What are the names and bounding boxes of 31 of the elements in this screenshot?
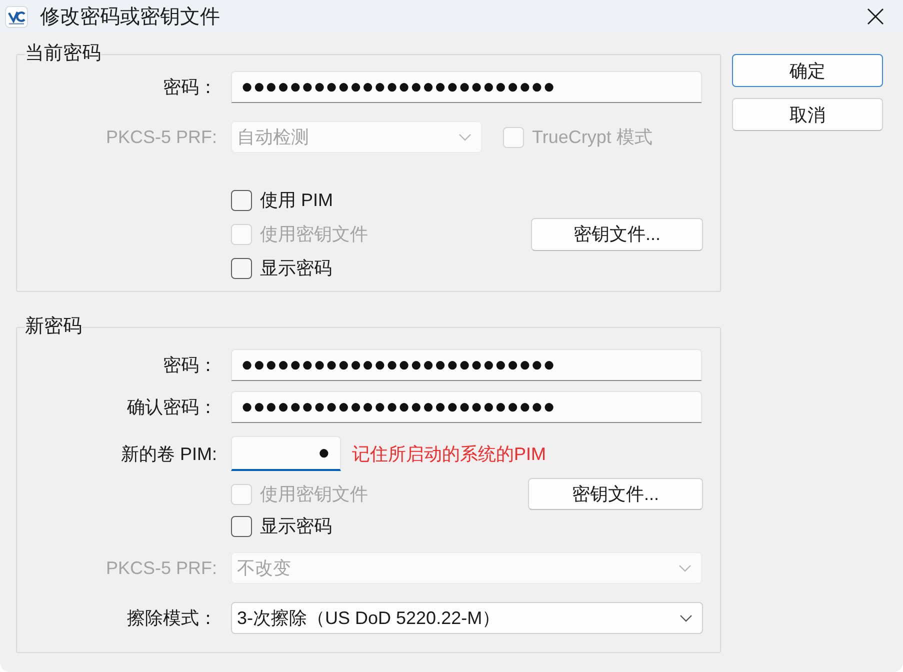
chevron-down-icon <box>679 564 691 572</box>
window-title: 修改密码或密钥文件 <box>40 4 220 30</box>
keyfiles-button[interactable]: 密钥文件... <box>531 218 703 250</box>
field-label: PKCS-5 PRF: <box>104 557 217 579</box>
pim-field[interactable]: ● <box>231 436 341 471</box>
dropdown[interactable]: 3-次擦除（US DoD 5220.22-M） <box>231 602 703 634</box>
field-label: 密码： <box>162 76 217 98</box>
password-field[interactable]: ●●●●●●●●●●●●●●●●●●●●●●●●●● <box>231 349 702 381</box>
checkbox[interactable] <box>231 258 252 278</box>
group-title: 新密码 <box>25 317 82 337</box>
field-label: 密码： <box>162 354 217 376</box>
ok-button[interactable]: 确定 <box>732 54 883 87</box>
group-title: 当前密码 <box>25 44 101 64</box>
keyfiles-button[interactable]: 密钥文件... <box>528 478 703 510</box>
hint-text: 记住所启动的系统的PIM <box>352 442 546 464</box>
close-icon <box>866 8 884 25</box>
checkbox-label[interactable]: 显示密码 <box>260 257 332 279</box>
password-field[interactable]: ●●●●●●●●●●●●●●●●●●●●●●●●●● <box>231 391 702 423</box>
field-label: 新的卷 PIM: <box>120 442 217 464</box>
checkbox[interactable] <box>231 190 252 210</box>
cancel-button[interactable]: 取消 <box>732 98 883 131</box>
chevron-down-icon <box>459 134 471 140</box>
password-field[interactable]: ●●●●●●●●●●●●●●●●●●●●●●●●●● <box>231 71 702 103</box>
field-label: 擦除模式： <box>126 607 217 629</box>
checkbox-label[interactable]: 使用 PIM <box>260 189 334 211</box>
chevron-down-icon <box>680 614 692 622</box>
field-label: PKCS-5 PRF: <box>104 126 217 148</box>
checkbox-label[interactable]: 显示密码 <box>260 515 332 537</box>
app-logo-icon <box>5 6 28 28</box>
checkbox[interactable] <box>231 516 252 536</box>
field-label: 确认密码： <box>126 396 217 418</box>
